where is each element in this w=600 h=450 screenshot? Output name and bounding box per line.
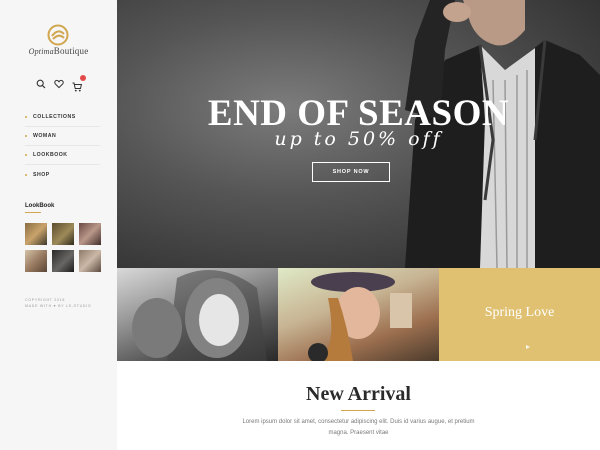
lookbook-underline xyxy=(25,212,41,213)
lookbook-thumbnail[interactable] xyxy=(52,250,74,272)
lookbook-grid xyxy=(25,223,101,272)
lookbook-thumbnail[interactable] xyxy=(52,223,74,245)
lookbook-thumbnail[interactable] xyxy=(79,223,101,245)
bullet-icon xyxy=(25,116,27,118)
new-arrival-section: New Arrival Lorem ipsum dolor sit amet, … xyxy=(117,361,600,450)
bullet-icon xyxy=(25,154,27,156)
new-arrival-text: Lorem ipsum dolor sit amet, consectetur … xyxy=(242,419,475,436)
bullet-icon xyxy=(25,173,27,176)
arrow-right-icon xyxy=(526,345,530,349)
sidebar: OptimaBoutique COLLECTIONS WOMAN LOOKBOO… xyxy=(0,0,117,450)
shop-now-button[interactable]: SHOP NOW xyxy=(312,162,390,182)
category-tiles: Spring Love xyxy=(117,268,600,361)
lookbook-thumbnail[interactable] xyxy=(25,223,47,245)
cart-button[interactable] xyxy=(72,75,86,92)
copyright-credit: MADE WITH ♥ BY LS-STUDIO xyxy=(25,304,92,308)
logo-name-text: Boutique xyxy=(53,46,89,56)
tile-photo xyxy=(132,270,267,361)
menu-item-collections[interactable]: COLLECTIONS xyxy=(25,108,100,127)
copyright: COPYRIGHT 2018 MADE WITH ♥ BY LS-STUDIO xyxy=(25,297,105,309)
sidebar-menu: COLLECTIONS WOMAN LOOKBOOK SHOP xyxy=(25,108,100,184)
tile-photo xyxy=(308,272,412,361)
bullet-icon xyxy=(25,135,27,137)
logo-text: OptimaBoutique xyxy=(0,46,117,56)
lookbook-heading: LookBook xyxy=(25,203,55,209)
menu-item-label: SHOP xyxy=(33,171,50,178)
search-icon[interactable] xyxy=(36,79,46,89)
heart-icon[interactable] xyxy=(54,79,64,89)
header-icons xyxy=(36,75,86,92)
hero-subtitle: up to 50% off xyxy=(274,128,443,150)
cart-badge xyxy=(80,75,86,81)
tile-spring-love[interactable]: Spring Love xyxy=(439,268,600,361)
menu-item-shop[interactable]: SHOP xyxy=(25,165,100,184)
menu-item-label: LOOKBOOK xyxy=(33,152,68,158)
tile-spring-love-label: Spring Love xyxy=(484,305,555,320)
cart-icon xyxy=(72,82,83,92)
menu-item-woman[interactable]: WOMAN xyxy=(25,127,100,146)
menu-item-label: WOMAN xyxy=(33,133,57,139)
logo-script-text: Optima xyxy=(28,47,54,56)
tile-portrait-hat[interactable] xyxy=(278,268,439,361)
new-arrival-title: New Arrival xyxy=(306,383,411,405)
menu-item-lookbook[interactable]: LOOKBOOK xyxy=(25,146,100,165)
hero-banner: END OF SEASON up to 50% off SHOP NOW xyxy=(117,0,600,268)
menu-item-label: COLLECTIONS xyxy=(33,114,76,120)
tile-portrait-bw[interactable] xyxy=(117,268,278,361)
lookbook-thumbnail[interactable] xyxy=(79,250,101,272)
logo-mark-icon xyxy=(47,24,69,46)
lookbook-thumbnail[interactable] xyxy=(25,250,47,272)
new-arrival-underline xyxy=(341,410,375,411)
